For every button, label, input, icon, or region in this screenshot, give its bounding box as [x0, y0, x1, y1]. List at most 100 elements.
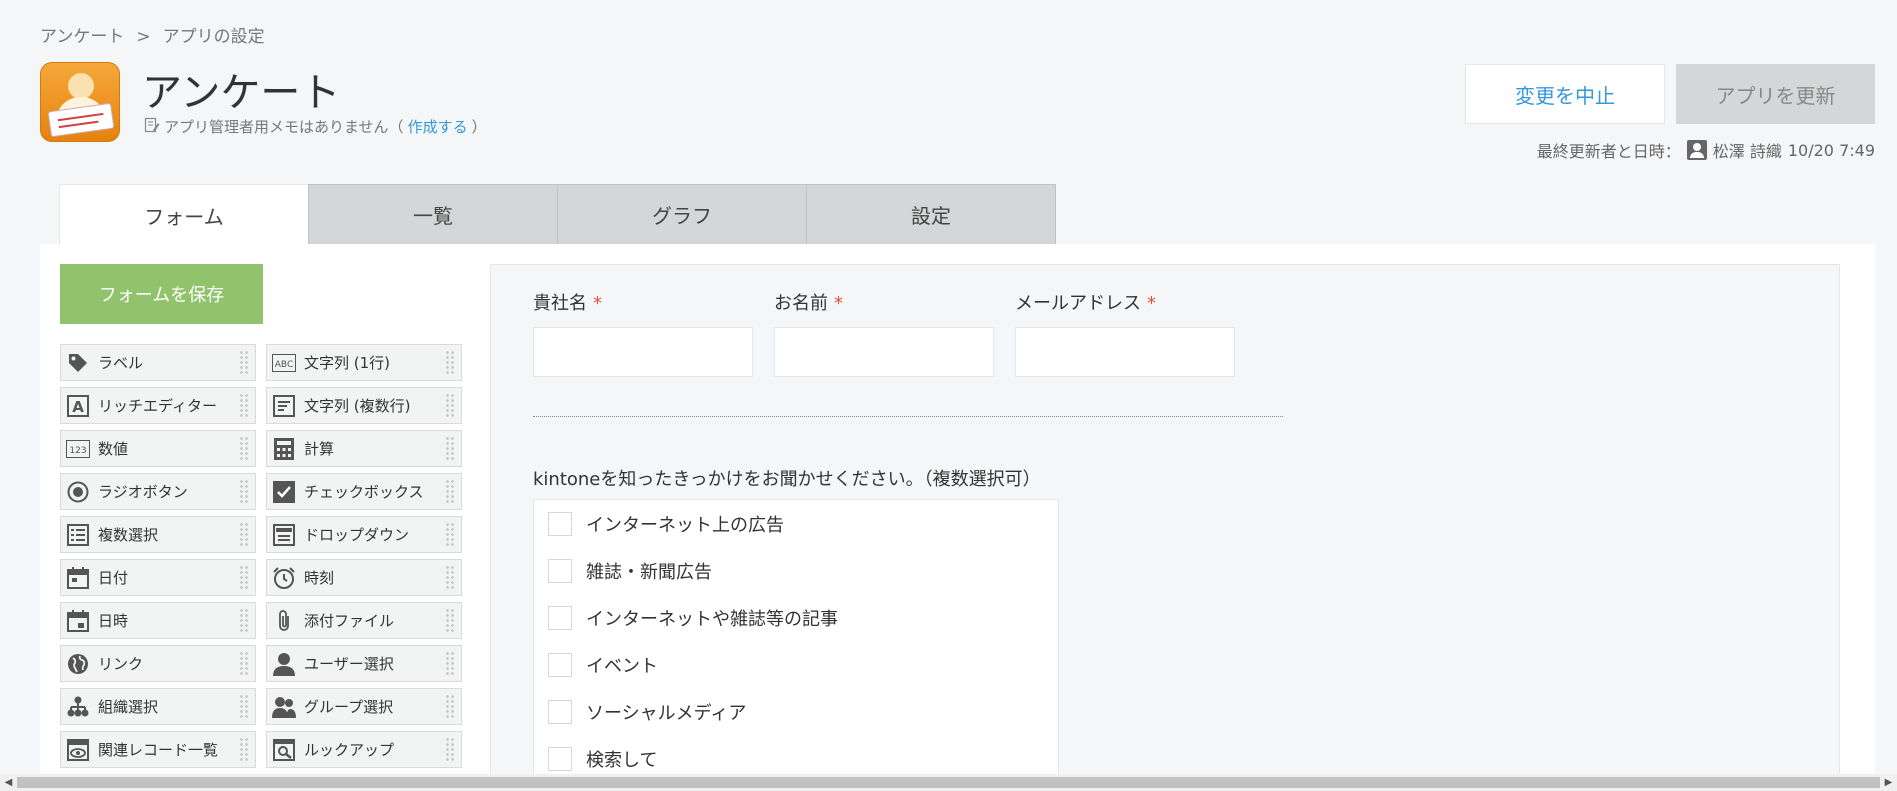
- drag-handle[interactable]: [239, 393, 249, 419]
- palette-item-time[interactable]: 時刻: [266, 559, 462, 596]
- checkbox[interactable]: [548, 512, 572, 536]
- checkbox-question-label[interactable]: kintoneを知ったきっかけをお聞かせください。（複数選択可）: [533, 465, 1041, 491]
- drag-handle[interactable]: [445, 651, 455, 677]
- save-form-button[interactable]: フォームを保存: [60, 264, 263, 324]
- breadcrumb-item-settings: アプリの設定: [162, 27, 265, 47]
- horizontal-scrollbar[interactable]: ◀ ▶: [0, 774, 1897, 791]
- drag-handle[interactable]: [239, 651, 249, 677]
- form-layout-canvas: 貴社名 * お名前 * メールアドレス * kintoneを知ったきっかけをお聞かせく…: [490, 264, 1840, 791]
- checkbox-field[interactable]: インターネット上の広告 雑誌・新聞広告 インターネットや雑誌等の記事 イベント …: [533, 499, 1059, 791]
- drag-handle[interactable]: [445, 565, 455, 591]
- scrollbar-thumb[interactable]: [17, 777, 1880, 788]
- palette-item-dropdown[interactable]: ドロップダウン: [266, 516, 462, 553]
- palette-item-date[interactable]: 日付: [60, 559, 256, 596]
- palette-item-number[interactable]: 123 数値: [60, 430, 256, 467]
- palette-item-group-select[interactable]: グループ選択: [266, 688, 462, 725]
- drag-handle[interactable]: [239, 479, 249, 505]
- field-divider[interactable]: [533, 416, 1283, 417]
- drag-handle[interactable]: [239, 694, 249, 720]
- drag-handle[interactable]: [239, 436, 249, 462]
- palette-item-related-records[interactable]: 関連レコード一覧: [60, 731, 256, 768]
- checkbox[interactable]: [548, 700, 572, 724]
- palette-item-single-line-text[interactable]: ABC 文字列 (1行): [266, 344, 462, 381]
- number-icon: 123: [66, 437, 90, 461]
- checkbox[interactable]: [548, 606, 572, 630]
- palette-item-lookup[interactable]: ルックアップ: [266, 731, 462, 768]
- cancel-changes-button[interactable]: 変更を中止: [1465, 64, 1665, 124]
- group-icon: [272, 695, 296, 719]
- last-update-user[interactable]: 松澤 詩織: [1713, 138, 1782, 162]
- scroll-left-icon[interactable]: ◀: [0, 774, 17, 791]
- checkbox-option[interactable]: 雑誌・新聞広告: [548, 558, 712, 584]
- related-records-icon: [66, 738, 90, 762]
- palette-item-rich-editor[interactable]: A リッチエディター: [60, 387, 256, 424]
- breadcrumb-item-app[interactable]: アンケート: [40, 27, 124, 47]
- tab-settings[interactable]: 設定: [806, 184, 1056, 244]
- drag-handle[interactable]: [445, 436, 455, 462]
- checkbox-option[interactable]: ソーシャルメディア: [548, 699, 746, 725]
- palette-item-datetime[interactable]: 日時: [60, 602, 256, 639]
- drag-handle[interactable]: [445, 350, 455, 376]
- palette-item-multi-line-text[interactable]: 文字列 (複数行): [266, 387, 462, 424]
- palette-item-calculation[interactable]: 計算: [266, 430, 462, 467]
- drag-handle[interactable]: [445, 694, 455, 720]
- drag-handle[interactable]: [239, 350, 249, 376]
- scroll-right-icon[interactable]: ▶: [1880, 774, 1897, 791]
- user-icon: [272, 652, 296, 676]
- palette-item-radio-button[interactable]: ラジオボタン: [60, 473, 256, 510]
- checkbox-option[interactable]: イベント: [548, 652, 658, 678]
- clock-icon: [272, 566, 296, 590]
- required-mark: *: [834, 293, 843, 314]
- field-label-email[interactable]: メールアドレス *: [1015, 289, 1156, 315]
- email-field[interactable]: [1015, 327, 1235, 377]
- drag-handle[interactable]: [239, 565, 249, 591]
- page-title: アンケート: [142, 70, 341, 116]
- tab-graph[interactable]: グラフ: [557, 184, 807, 244]
- create-memo-link[interactable]: 作成する: [408, 116, 468, 137]
- field-label-company[interactable]: 貴社名 *: [533, 289, 602, 315]
- last-update-label: 最終更新者と日時：: [1536, 142, 1681, 161]
- drag-handle[interactable]: [445, 522, 455, 548]
- calendar-icon: [66, 566, 90, 590]
- drag-handle[interactable]: [445, 393, 455, 419]
- checkbox[interactable]: [548, 559, 572, 583]
- rich-editor-icon: A: [66, 394, 90, 418]
- update-app-button[interactable]: アプリを更新: [1676, 64, 1875, 124]
- memo-close-paren: ）: [471, 118, 487, 136]
- drag-handle[interactable]: [445, 608, 455, 634]
- last-update-info: 最終更新者と日時： 松澤 詩織 10/20 7:49: [1537, 138, 1875, 162]
- drag-handle[interactable]: [239, 522, 249, 548]
- drag-handle[interactable]: [445, 737, 455, 763]
- palette-item-attachment[interactable]: 添付ファイル: [266, 602, 462, 639]
- tag-icon: [66, 351, 90, 375]
- datetime-icon: [66, 609, 90, 633]
- palette-item-link[interactable]: リンク: [60, 645, 256, 682]
- breadcrumb: アンケート > アプリの設定: [40, 22, 265, 47]
- required-mark: *: [593, 293, 602, 314]
- company-name-field[interactable]: [533, 327, 753, 377]
- required-mark: *: [1147, 293, 1156, 314]
- tab-form[interactable]: フォーム: [59, 184, 309, 245]
- palette-item-multi-select[interactable]: 複数選択: [60, 516, 256, 553]
- palette-item-org-select[interactable]: 組織選択: [60, 688, 256, 725]
- palette-item-label[interactable]: ラベル: [60, 344, 256, 381]
- multiline-icon: [272, 394, 296, 418]
- checkbox-option[interactable]: インターネット上の広告: [548, 511, 784, 537]
- calculator-icon: [272, 437, 296, 461]
- drag-handle[interactable]: [445, 479, 455, 505]
- field-label-name[interactable]: お名前 *: [774, 289, 843, 315]
- checkbox[interactable]: [548, 653, 572, 677]
- checkbox-option[interactable]: 検索して: [548, 746, 657, 772]
- checkbox-option[interactable]: インターネットや雑誌等の記事: [548, 605, 838, 631]
- lookup-icon: [272, 738, 296, 762]
- palette-item-user-select[interactable]: ユーザー選択: [266, 645, 462, 682]
- drag-handle[interactable]: [239, 608, 249, 634]
- name-field[interactable]: [774, 327, 994, 377]
- app-memo: アプリ管理者用メモはありません（ 作成する）: [144, 116, 487, 137]
- tab-list[interactable]: 一覧: [308, 184, 558, 244]
- palette-item-checkbox[interactable]: チェックボックス: [266, 473, 462, 510]
- drag-handle[interactable]: [239, 737, 249, 763]
- checkbox[interactable]: [548, 747, 572, 771]
- abc-icon: ABC: [272, 351, 296, 375]
- dropdown-icon: [272, 523, 296, 547]
